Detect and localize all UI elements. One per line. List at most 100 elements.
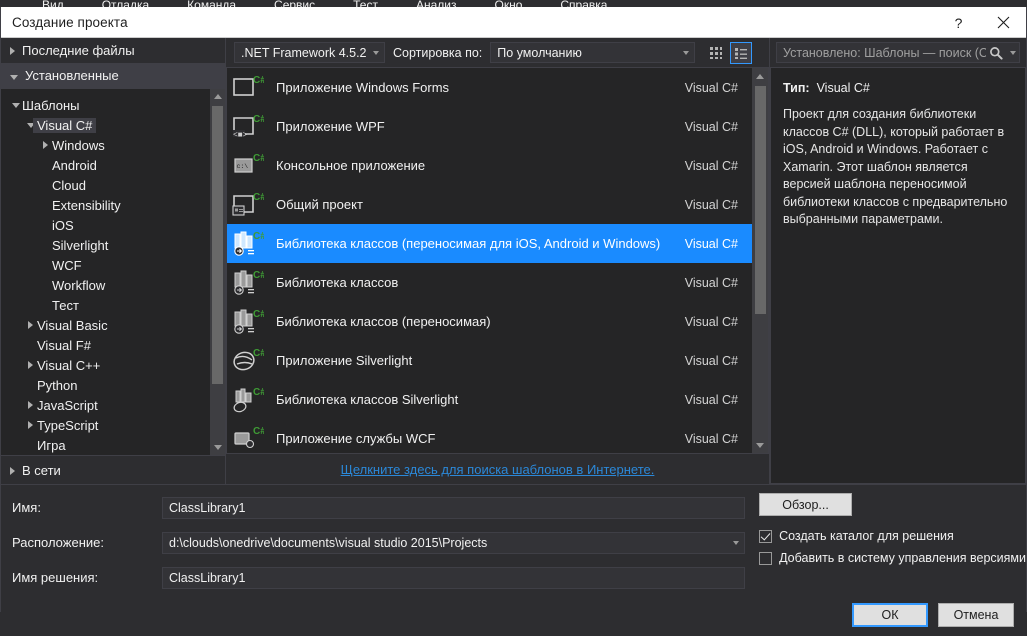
search-input[interactable]	[783, 45, 986, 60]
tree-scrollbar-thumb[interactable]	[212, 106, 223, 384]
chevron-down-icon[interactable]	[9, 102, 22, 108]
templates-scroll-up-button[interactable]	[752, 68, 768, 84]
svg-text:C#: C#	[253, 114, 264, 125]
template-language: Visual C#	[684, 80, 738, 95]
sort-by-dropdown[interactable]: По умолчанию	[490, 42, 696, 63]
online-templates-link[interactable]: Щелкните здесь для поиска шаблонов в Инт…	[341, 462, 655, 477]
chevron-down-icon[interactable]	[727, 533, 744, 553]
source-control-checkbox-row[interactable]: Добавить в систему управления версиями	[759, 548, 1026, 568]
template-list-item[interactable]: C# Приложение Windows Forms Visual C#	[227, 68, 752, 107]
template-list-item[interactable]: C# Приложение Silverlight Visual C#	[227, 341, 752, 380]
tree-item[interactable]: Visual F#	[1, 335, 225, 355]
tree-item[interactable]: Visual C#	[1, 115, 225, 135]
menu-item-spravka[interactable]: Справка	[560, 0, 607, 7]
search-icon[interactable]	[986, 46, 1006, 60]
close-button[interactable]	[981, 7, 1026, 38]
create-directory-checkbox[interactable]	[759, 529, 773, 543]
template-list-item[interactable]: c:\ C# Консольное приложение Visual C#	[227, 146, 752, 185]
help-button[interactable]: ?	[936, 7, 981, 38]
name-input[interactable]	[169, 500, 745, 515]
templates-scrollbar[interactable]	[752, 68, 768, 453]
menu-item-servis[interactable]: Сервис	[274, 0, 315, 7]
browse-button[interactable]: Обзор...	[759, 493, 853, 516]
chevron-right-icon[interactable]	[39, 141, 52, 149]
tree-item[interactable]: iOS	[1, 215, 225, 235]
tree-item[interactable]: Игра	[1, 435, 225, 455]
location-field[interactable]	[162, 531, 746, 554]
template-list-item[interactable]: C# Библиотека классов (переносимая) Visual…	[227, 302, 752, 341]
location-input[interactable]	[169, 535, 728, 550]
name-label: Имя:	[12, 500, 41, 515]
tree-item-label: Visual Basic	[37, 317, 108, 333]
chevron-right-icon[interactable]	[24, 421, 37, 429]
solution-name-row: Имя решения:	[12, 565, 759, 590]
chevron-down-icon[interactable]	[367, 43, 384, 62]
cancel-button[interactable]: Отмена	[938, 603, 1014, 627]
template-type-row: Тип: Visual C#	[783, 81, 1013, 95]
name-field[interactable]	[162, 496, 746, 519]
location-label: Расположение:	[12, 535, 104, 550]
grid-view-button[interactable]	[705, 42, 727, 64]
tree-item[interactable]: Cloud	[1, 175, 225, 195]
template-name: Библиотека классов Silverlight	[276, 392, 459, 407]
tree-item[interactable]: Workflow	[1, 275, 225, 295]
section-online[interactable]: В сети	[1, 456, 225, 484]
menu-item-okno[interactable]: Окно	[494, 0, 522, 7]
tree-item[interactable]: Шаблоны	[1, 95, 225, 115]
tree-item[interactable]: Extensibility	[1, 195, 225, 215]
template-list-item[interactable]: <■> C# Приложение WPF Visual C#	[227, 107, 752, 146]
template-list-item[interactable]: C# Библиотека классов Visual C#	[227, 263, 752, 302]
menu-item-vid[interactable]: Вид	[42, 0, 64, 7]
tree-item[interactable]: Visual C++	[1, 355, 225, 375]
templates-scrollbar-thumb[interactable]	[755, 86, 766, 314]
search-box[interactable]	[776, 42, 1020, 63]
solution-name-field[interactable]	[162, 566, 746, 589]
tree-scroll-down-button[interactable]	[210, 440, 225, 455]
chevron-down-icon[interactable]	[677, 43, 694, 62]
framework-version-dropdown[interactable]: .NET Framework 4.5.2	[234, 42, 385, 63]
tree-item[interactable]: Silverlight	[1, 235, 225, 255]
tree-item[interactable]: TypeScript	[1, 415, 225, 435]
menu-item-komanda[interactable]: Команда	[187, 0, 236, 7]
templates-scroll-down-button[interactable]	[752, 437, 768, 453]
template-list-item[interactable]: C# Общий проект Visual C#	[227, 185, 752, 224]
svg-text:C#: C#	[253, 231, 264, 242]
menu-item-otladka[interactable]: Отладка	[102, 0, 149, 7]
section-recent-files[interactable]: Последние файлы	[1, 38, 225, 63]
template-language: Visual C#	[684, 236, 738, 251]
chevron-right-icon[interactable]	[24, 321, 37, 329]
source-control-checkbox[interactable]	[759, 551, 773, 565]
tree-item[interactable]: Android	[1, 155, 225, 175]
tree-item-label: TypeScript	[37, 417, 99, 433]
solution-name-input[interactable]	[169, 570, 745, 585]
create-directory-checkbox-row[interactable]: Создать каталог для решения	[759, 526, 1026, 546]
tree-scrollbar[interactable]	[210, 89, 225, 455]
menu-item-analiz[interactable]: Анализ	[416, 0, 457, 7]
template-list-item[interactable]: C# Библиотека классов (переносимая для iO…	[227, 224, 752, 263]
chevron-right-icon[interactable]	[24, 361, 37, 369]
template-list-item[interactable]: C# Приложение службы WCF Visual C#	[227, 419, 752, 453]
tree-item[interactable]: Windows	[1, 135, 225, 155]
tree-item[interactable]: WCF	[1, 255, 225, 275]
tree-item[interactable]: Тест	[1, 295, 225, 315]
main-menu-bar[interactable]: Вид Отладка Команда Сервис Тест Анализ О…	[0, 0, 1027, 7]
ok-button[interactable]: ОК	[852, 603, 928, 627]
templates-list-panel: C# Приложение Windows Forms Visual C# <■> C#…	[226, 67, 769, 454]
console-icon: c:\ C#	[232, 150, 266, 182]
menu-item-test[interactable]: Тест	[353, 0, 378, 7]
tree-item[interactable]: Python	[1, 375, 225, 395]
svg-text:C#: C#	[253, 192, 264, 203]
grid-view-icon	[710, 46, 723, 59]
section-installed[interactable]: Установленные	[1, 63, 225, 88]
tree-item[interactable]: Visual Basic	[1, 315, 225, 335]
svg-text:C#: C#	[253, 348, 264, 359]
chevron-down-icon[interactable]	[1006, 50, 1019, 55]
description-panel: Тип: Visual C# Проект для создания библио…	[770, 67, 1026, 484]
tree-scroll-up-button[interactable]	[210, 89, 225, 104]
template-list-item[interactable]: C# Библиотека классов Silverlight Visual C…	[227, 380, 752, 419]
tree-item[interactable]: JavaScript	[1, 395, 225, 415]
list-view-button[interactable]	[730, 41, 753, 64]
name-row: Имя:	[12, 495, 759, 520]
templates-list: C# Приложение Windows Forms Visual C# <■> C#…	[227, 68, 752, 453]
chevron-right-icon[interactable]	[24, 401, 37, 409]
